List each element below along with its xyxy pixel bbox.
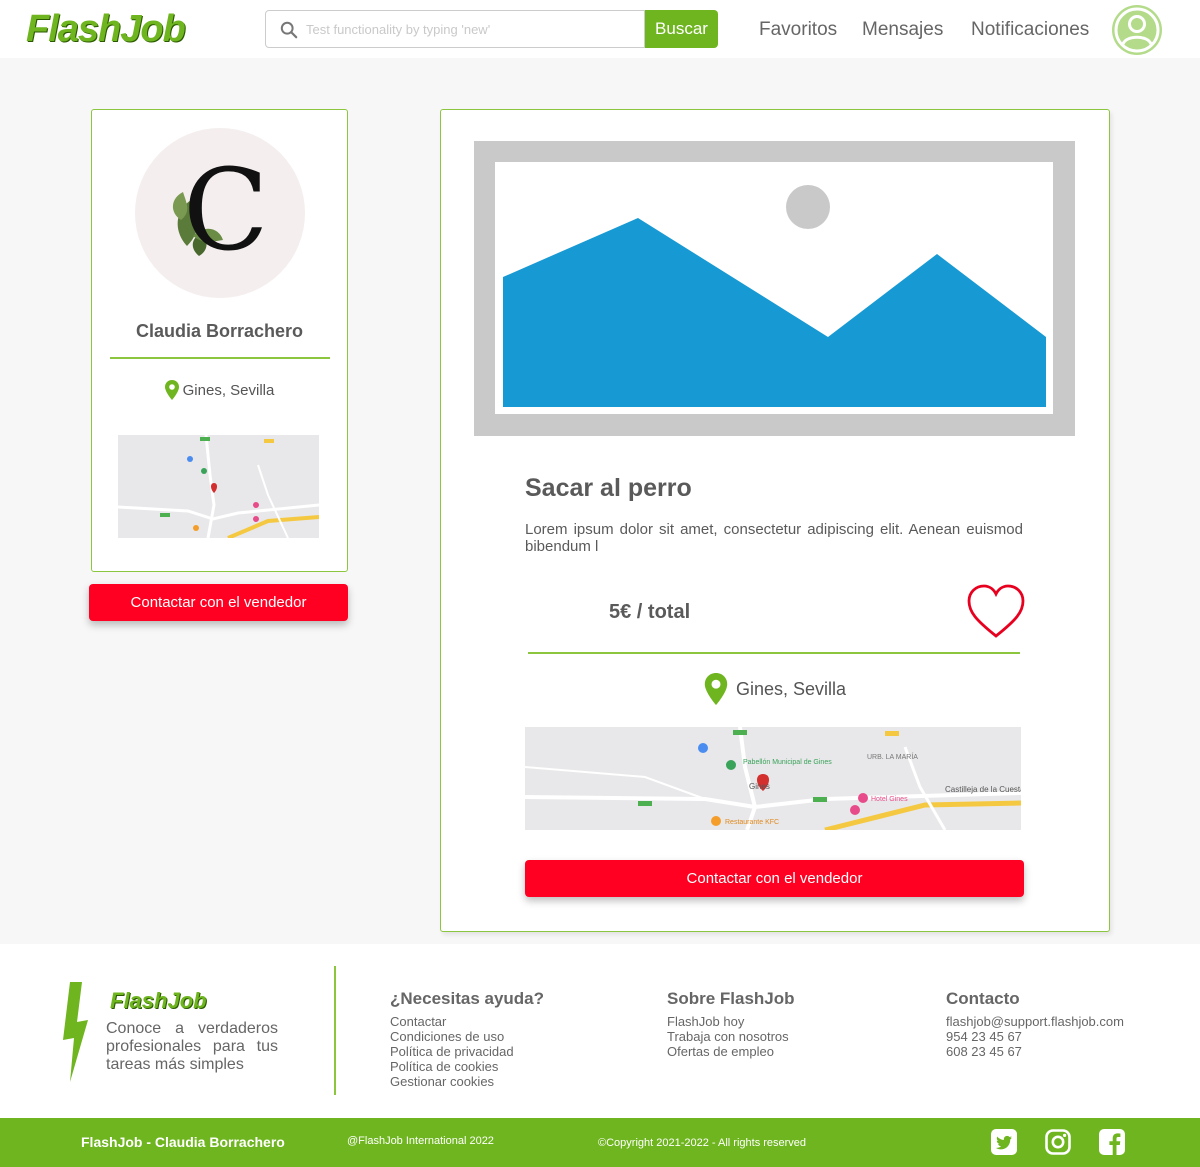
job-title: Sacar al perro — [525, 474, 692, 502]
seller-avatar[interactable]: C — [135, 128, 305, 298]
footer-link-flashjob-hoy[interactable]: FlashJob hoy — [667, 1014, 795, 1029]
lightning-bolt-icon — [63, 982, 88, 1082]
map-label: Gines — [749, 782, 770, 791]
favorite-heart-icon[interactable] — [966, 584, 1026, 640]
footer-about-column: Sobre FlashJob FlashJob hoy Trabaja con … — [667, 989, 795, 1059]
search-icon — [280, 21, 298, 39]
twitter-icon[interactable] — [991, 1129, 1017, 1155]
nav-favoritos[interactable]: Favoritos — [759, 19, 837, 41]
bottom-copyright: ©Copyright 2021-2022 - All rights reserv… — [598, 1137, 807, 1149]
divider — [528, 652, 1020, 654]
footer-about-title: Sobre FlashJob — [667, 989, 795, 1008]
map-label: URB. LA MARÍA — [867, 752, 918, 761]
location-pin-icon — [164, 380, 179, 400]
avatar-letter: C — [183, 146, 269, 276]
footer-divider — [334, 966, 336, 1095]
job-contact-button[interactable]: Contactar con el vendedor — [525, 860, 1024, 897]
search-input[interactable] — [306, 15, 636, 43]
job-card: Sacar al perro Lorem ipsum dolor sit ame… — [440, 109, 1110, 932]
footer-link-condiciones[interactable]: Condiciones de uso — [390, 1029, 544, 1044]
footer-link-privacidad[interactable]: Política de privacidad — [390, 1044, 544, 1059]
seller-name: Claudia Borrachero — [135, 321, 304, 341]
job-price: 5€ / total — [609, 601, 691, 623]
bottom-handle: @FlashJob International 2022 — [347, 1135, 494, 1147]
user-avatar-button[interactable] — [1112, 5, 1162, 55]
search-box — [265, 10, 645, 48]
job-location-label: Gines, Sevilla — [735, 678, 847, 699]
map-label: Hotel Gines — [871, 796, 908, 803]
seller-contact-button[interactable]: Contactar con el vendedor — [89, 584, 348, 621]
facebook-icon[interactable] — [1099, 1129, 1125, 1155]
location-pin-icon — [704, 673, 728, 705]
footer-tagline: Conoce a verdaderos profesionales para t… — [106, 1020, 278, 1073]
footer-link-ofertas[interactable]: Ofertas de empleo — [667, 1044, 795, 1059]
job-description: Lorem ipsum dolor sit amet, consectetur … — [525, 521, 1023, 555]
footer-link-trabaja[interactable]: Trabaja con nosotros — [667, 1029, 795, 1044]
seller-card: C Claudia Borrachero Gines, Sevilla — [91, 109, 348, 572]
map-label: Castilleja de la Cuesta — [945, 785, 1021, 794]
job-map[interactable]: Pabellón Municipal de Gines URB. LA MARÍ… — [525, 727, 1021, 830]
footer-contact-email[interactable]: flashjob@support.flashjob.com — [946, 1014, 1124, 1029]
job-location: Gines, Sevilla — [441, 673, 1109, 705]
map-image: Pabellón Municipal de Gines URB. LA MARÍ… — [525, 727, 1021, 830]
footer-link-gestionar-cookies[interactable]: Gestionar cookies — [390, 1074, 544, 1089]
map-label: Restaurante KFC — [725, 819, 779, 826]
brand-logo[interactable]: FlashJob — [26, 8, 186, 51]
seller-map[interactable] — [118, 435, 319, 538]
map-label: Pabellón Municipal de Gines — [743, 759, 832, 766]
image-placeholder-icon — [503, 185, 1046, 407]
bottom-brand: FlashJob - Claudia Borrachero — [81, 1134, 285, 1150]
footer-contact-phone[interactable]: 954 23 45 67 — [946, 1029, 1124, 1044]
footer-contact-title: Contacto — [946, 989, 1020, 1008]
footer-link-cookies[interactable]: Política de cookies — [390, 1059, 544, 1074]
footer-logo: FlashJob — [110, 988, 207, 1013]
footer-help-column: ¿Necesitas ayuda? Contactar Condiciones … — [390, 989, 544, 1089]
job-image — [474, 141, 1075, 436]
footer-help-title: ¿Necesitas ayuda? — [390, 989, 545, 1008]
search-button[interactable]: Buscar — [645, 10, 718, 48]
instagram-icon[interactable] — [1045, 1129, 1071, 1155]
map-image — [118, 435, 319, 538]
seller-location: Gines, Sevilla — [92, 380, 347, 400]
divider — [110, 357, 330, 359]
footer-link-contactar[interactable]: Contactar — [390, 1014, 544, 1029]
footer: FlashJob Conoce a verdaderos profesional… — [0, 944, 1200, 1118]
seller-location-label: Gines, Sevilla — [182, 381, 275, 399]
footer-contact-column: Contacto flashjob@support.flashjob.com 9… — [946, 989, 1124, 1059]
footer-contact-mobile[interactable]: 608 23 45 67 — [946, 1044, 1124, 1059]
user-icon — [1114, 7, 1160, 53]
nav-notificaciones[interactable]: Notificaciones — [971, 19, 1089, 41]
bottom-bar: FlashJob - Claudia Borrachero @FlashJob … — [0, 1118, 1200, 1167]
top-header: FlashJob Buscar Favoritos Mensajes Notif… — [0, 0, 1200, 58]
nav-mensajes[interactable]: Mensajes — [862, 19, 943, 41]
